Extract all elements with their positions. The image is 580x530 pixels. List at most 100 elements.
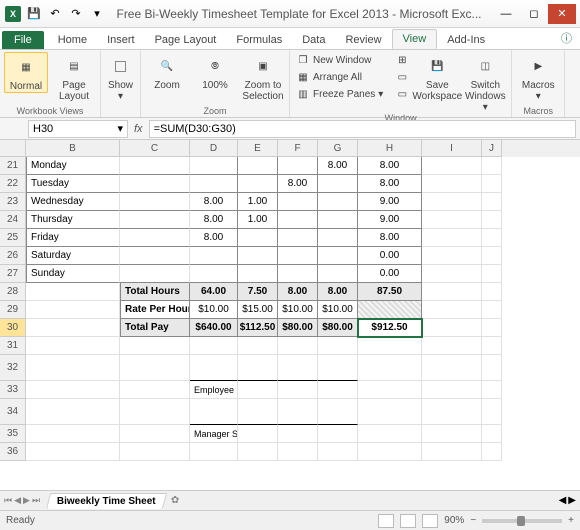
group-label-show [105, 116, 136, 117]
col-D[interactable]: D [190, 140, 238, 157]
zoom-slider[interactable] [482, 519, 562, 523]
col-J[interactable]: J [482, 140, 502, 157]
undo-icon[interactable]: ↶ [46, 5, 64, 23]
minimize-button[interactable]: — [492, 4, 520, 24]
row-24[interactable]: 24 [0, 211, 26, 229]
sheet-nav-next-icon[interactable]: ▶ [23, 495, 30, 506]
group-show: Show▾ [101, 50, 141, 117]
sheet-tab-biweekly[interactable]: Biweekly Time Sheet [46, 493, 167, 509]
employee-signature-label[interactable]: Employee Signature [190, 381, 238, 399]
save-workspace-button[interactable]: 💾 Save Workspace [415, 52, 459, 102]
save-workspace-icon: 💾 [423, 54, 451, 78]
new-sheet-icon[interactable]: ✿ [171, 495, 179, 506]
formula-bar[interactable]: =SUM(D30:G30) [149, 120, 576, 138]
close-button[interactable]: ✕ [548, 4, 576, 24]
zoom-100-button[interactable]: ⦾ 100% [193, 52, 237, 91]
name-box[interactable]: H30▾ [28, 120, 128, 138]
row-22[interactable]: 22 [0, 175, 26, 193]
hscroll-right-icon[interactable]: ▶ [568, 495, 576, 506]
row-25[interactable]: 25 [0, 229, 26, 247]
arrange-all-button[interactable]: ▦Arrange All [294, 69, 385, 85]
arrange-all-icon: ▦ [296, 70, 310, 84]
zoom-level[interactable]: 90% [444, 515, 464, 526]
normal-view-label: Normal [10, 81, 42, 92]
zoom-selection-label: Zoom to Selection [241, 80, 285, 102]
show-button[interactable]: Show▾ [105, 52, 136, 102]
page-layout-icon: ▤ [60, 54, 88, 78]
column-headers[interactable]: B C D E F G H I J [0, 140, 580, 157]
row-30[interactable]: 30 [0, 319, 26, 337]
qat-dropdown-icon[interactable]: ▾ [88, 5, 106, 23]
tab-insert[interactable]: Insert [97, 31, 145, 49]
col-C[interactable]: C [120, 140, 190, 157]
row-28[interactable]: 28 [0, 283, 26, 301]
group-zoom: 🔍 Zoom ⦾ 100% ▣ Zoom to Selection Zoom [141, 50, 290, 117]
row-33[interactable]: 33 [0, 381, 26, 399]
hide-button[interactable]: ▭ [393, 69, 411, 85]
excel-icon[interactable]: X [4, 5, 22, 23]
tab-home[interactable]: Home [48, 31, 97, 49]
row-34[interactable]: 34 [0, 399, 26, 425]
show-label: Show [108, 80, 133, 91]
tab-data[interactable]: Data [292, 31, 335, 49]
save-icon[interactable]: 💾 [25, 5, 43, 23]
col-E[interactable]: E [238, 140, 278, 157]
page-layout-button[interactable]: ▤ Page Layout [52, 52, 96, 102]
sheet-nav-first-icon[interactable]: ⏮ [4, 495, 12, 506]
tab-formulas[interactable]: Formulas [226, 31, 292, 49]
hscroll-left-icon[interactable]: ◀ [559, 495, 567, 506]
row-32[interactable]: 32 [0, 355, 26, 381]
col-G[interactable]: G [318, 140, 358, 157]
tab-file[interactable]: File [2, 31, 44, 49]
fx-icon[interactable]: fx [134, 123, 143, 135]
select-all-corner[interactable] [0, 140, 26, 157]
unhide-button[interactable]: ▭ [393, 86, 411, 102]
row-31[interactable]: 31 [0, 337, 26, 355]
row-27[interactable]: 27 [0, 265, 26, 283]
namebox-dropdown-icon[interactable]: ▾ [117, 122, 123, 135]
row-29[interactable]: 29 [0, 301, 26, 319]
zoom-slider-thumb[interactable] [517, 516, 525, 526]
manager-signature-label[interactable]: Manager Signature [190, 425, 238, 443]
row-23[interactable]: 23 [0, 193, 26, 211]
group-macros: ▶ Macros▾ Macros [512, 50, 565, 117]
row-26[interactable]: 26 [0, 247, 26, 265]
row-21[interactable]: 21 [0, 157, 26, 175]
new-window-button[interactable]: ❐New Window [294, 52, 385, 68]
macros-label: Macros [522, 80, 555, 91]
split-button[interactable]: ⊞ [393, 52, 411, 68]
freeze-panes-button[interactable]: ▥Freeze Panes ▾ [294, 86, 385, 102]
help-icon[interactable]: ⓘ [553, 27, 580, 49]
redo-icon[interactable]: ↷ [67, 5, 85, 23]
view-pagelayout-icon[interactable] [400, 514, 416, 528]
zoom-in-icon[interactable]: + [568, 515, 574, 526]
row-36[interactable]: 36 [0, 443, 26, 461]
view-normal-icon[interactable] [378, 514, 394, 528]
worksheet-grid[interactable]: B C D E F G H I J 21Monday8.008.00 22Tue… [0, 140, 580, 490]
zoom-selection-button[interactable]: ▣ Zoom to Selection [241, 52, 285, 102]
switch-windows-label: Switch Windows [463, 80, 507, 102]
switch-windows-button[interactable]: ◫ Switch Windows▾ [463, 52, 507, 113]
group-label-macros: Macros [516, 106, 560, 117]
zoom-button[interactable]: 🔍 Zoom [145, 52, 189, 91]
cell-B21[interactable]: Monday [26, 157, 120, 175]
maximize-button[interactable]: ◻ [520, 4, 548, 24]
col-B[interactable]: B [26, 140, 120, 157]
zoom-out-icon[interactable]: − [470, 515, 476, 526]
col-F[interactable]: F [278, 140, 318, 157]
macros-button[interactable]: ▶ Macros▾ [516, 52, 560, 102]
tab-page-layout[interactable]: Page Layout [145, 31, 227, 49]
tab-review[interactable]: Review [335, 31, 391, 49]
unhide-icon: ▭ [395, 87, 409, 101]
col-H[interactable]: H [358, 140, 422, 157]
tab-addins[interactable]: Add-Ins [437, 31, 495, 49]
sheet-nav-prev-icon[interactable]: ◀ [14, 495, 21, 506]
status-bar: Ready 90% − + [0, 510, 580, 530]
col-I[interactable]: I [422, 140, 482, 157]
view-pagebreak-icon[interactable] [422, 514, 438, 528]
cell-H30-selected[interactable]: $912.50 [358, 319, 422, 337]
row-35[interactable]: 35 [0, 425, 26, 443]
sheet-nav-last-icon[interactable]: ⏭ [32, 495, 40, 506]
normal-view-button[interactable]: ▦ Normal [4, 52, 48, 93]
tab-view[interactable]: View [392, 29, 438, 49]
